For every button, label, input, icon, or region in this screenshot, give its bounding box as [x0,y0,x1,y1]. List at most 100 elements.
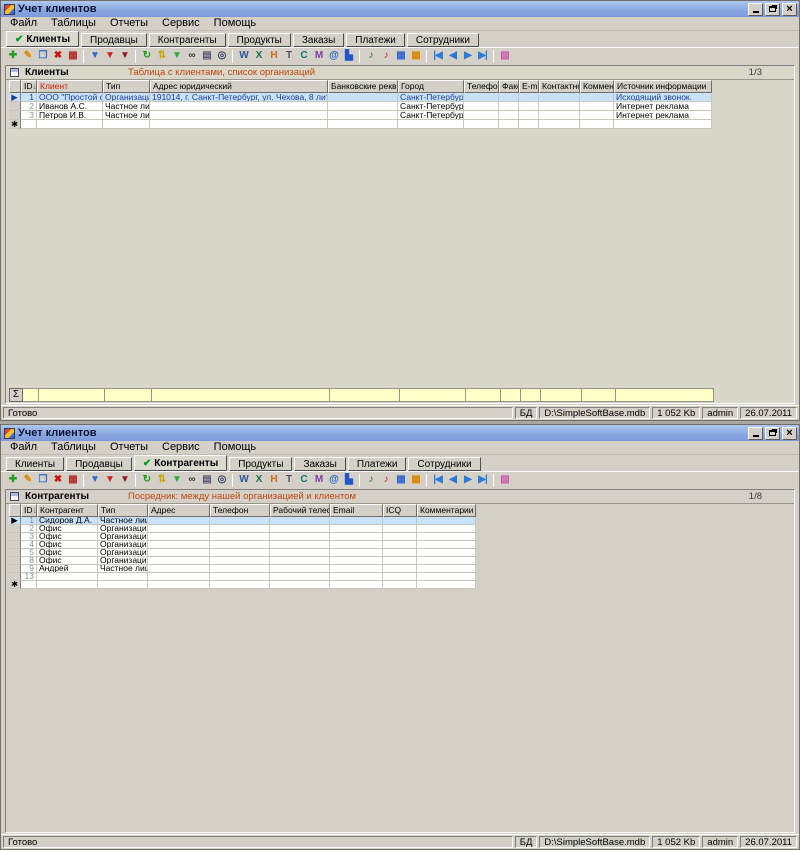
cell[interactable] [499,120,519,129]
cell[interactable]: Офис [37,541,98,549]
cell[interactable] [270,557,330,565]
restore-button[interactable] [765,3,780,16]
menu-item-fayl[interactable]: Файл [3,441,44,454]
cell[interactable] [210,581,270,589]
nav-last-icon[interactable]: ▶| [475,49,490,64]
cell[interactable] [464,120,499,129]
table-row[interactable]: 8ОфисОрганизация [9,557,794,565]
cell[interactable]: 191014, г. Санкт-Петербург, ул. Чехова, … [150,93,328,102]
cell[interactable]: Частное лицо [103,102,150,111]
tab-kontragenty[interactable]: Контрагенты [149,33,226,47]
cell[interactable] [98,581,148,589]
cell[interactable] [464,93,499,102]
cell[interactable] [150,111,328,120]
add-note-icon[interactable]: ♪ [363,49,378,64]
export-excel-icon[interactable]: X [251,49,266,64]
cell[interactable] [499,93,519,102]
cell[interactable] [383,565,417,573]
cell[interactable] [328,111,398,120]
cell[interactable]: 8 [21,557,37,565]
row-selector[interactable] [9,565,21,573]
sql-filter-icon[interactable]: ▼ [169,473,184,488]
nav-next-icon[interactable]: ▶ [460,49,475,64]
export-html-icon[interactable]: H [266,49,281,64]
column-header[interactable]: Телефоны [464,80,499,93]
column-header[interactable]: Тип [98,504,148,517]
grid-settings-icon[interactable]: ▦ [393,49,408,64]
close-button[interactable]: × [782,427,797,440]
export-html-icon[interactable]: H [266,473,281,488]
cell[interactable]: Частное лицо [98,565,148,573]
cell[interactable] [417,517,476,525]
collapse-box-icon[interactable] [10,68,19,77]
cell[interactable] [580,102,614,111]
cell[interactable]: Организация [98,533,148,541]
row-selector[interactable] [9,541,21,549]
cell[interactable]: 3 [21,533,37,541]
edit-table-icon[interactable]: ▦ [65,473,80,488]
cell[interactable] [270,517,330,525]
cell[interactable] [383,549,417,557]
cell[interactable] [210,525,270,533]
cell[interactable] [148,549,210,557]
nav-first-icon[interactable]: |◀ [430,49,445,64]
cell[interactable] [417,565,476,573]
cell[interactable] [150,102,328,111]
cell[interactable]: 4 [21,541,37,549]
column-header[interactable]: E-mail [519,80,539,93]
delete-record-icon[interactable]: ✖ [50,473,65,488]
tab-platezhi[interactable]: Платежи [346,33,405,47]
cell[interactable]: 9 [21,565,37,573]
sum-sigma-icon[interactable]: Σ [9,388,23,402]
menu-item-tablitsy[interactable]: Таблицы [44,17,103,30]
row-selector[interactable] [9,557,21,565]
cell[interactable] [210,533,270,541]
edit-record-icon[interactable]: ✎ [20,473,35,488]
add-note-icon[interactable]: ♪ [363,473,378,488]
cell[interactable] [270,565,330,573]
column-header[interactable]: Контрагент [37,504,98,517]
cell[interactable] [330,533,383,541]
cell[interactable] [37,120,103,129]
cell[interactable]: Офис [37,557,98,565]
cell[interactable]: Частное лицо [98,517,148,525]
cell[interactable]: Санкт-Петербург [398,111,464,120]
tab-zakazy[interactable]: Заказы [294,457,345,471]
menu-item-otchety[interactable]: Отчеты [103,17,155,30]
cell[interactable] [398,120,464,129]
title-bar[interactable]: Учет клиентов × [1,1,799,17]
edit-record-icon[interactable]: ✎ [20,49,35,64]
cell[interactable] [148,533,210,541]
cell[interactable]: Сидоров Д.А. [37,517,98,525]
cell[interactable]: Интернет реклама [614,111,712,120]
minimize-button[interactable] [748,3,763,16]
cell[interactable] [270,533,330,541]
refresh-icon[interactable]: ↻ [139,473,154,488]
collapse-box-icon[interactable] [10,492,19,501]
tab-prodavtsy[interactable]: Продавцы [81,33,147,47]
print-icon[interactable]: ▤ [199,473,214,488]
new-record-row[interactable]: ✱ [9,581,794,589]
cell[interactable] [148,573,210,581]
chart-icon[interactable]: ▙ [341,473,356,488]
column-header[interactable]: Адрес [148,504,210,517]
cell[interactable]: Офис [37,525,98,533]
cell[interactable] [330,565,383,573]
cell[interactable] [148,525,210,533]
cell[interactable] [270,549,330,557]
row-selector[interactable] [9,573,21,581]
print-icon[interactable]: ▤ [199,49,214,64]
cell[interactable]: 5 [21,549,37,557]
find-icon[interactable]: ∞ [184,49,199,64]
cell[interactable] [417,533,476,541]
export-csv-icon[interactable]: C [296,49,311,64]
export-word-icon[interactable]: W [236,49,251,64]
sort-icon[interactable]: ⇅ [154,49,169,64]
table-row[interactable]: 2Иванов А.С.Частное лицоСанкт-ПетербургИ… [9,102,794,111]
cell[interactable] [580,120,614,129]
cell[interactable]: 2 [21,102,37,111]
nav-prev-icon[interactable]: ◀ [445,473,460,488]
table-row[interactable]: 5ОфисОрганизация [9,549,794,557]
cell[interactable] [103,120,150,129]
export-excel-icon[interactable]: X [251,473,266,488]
